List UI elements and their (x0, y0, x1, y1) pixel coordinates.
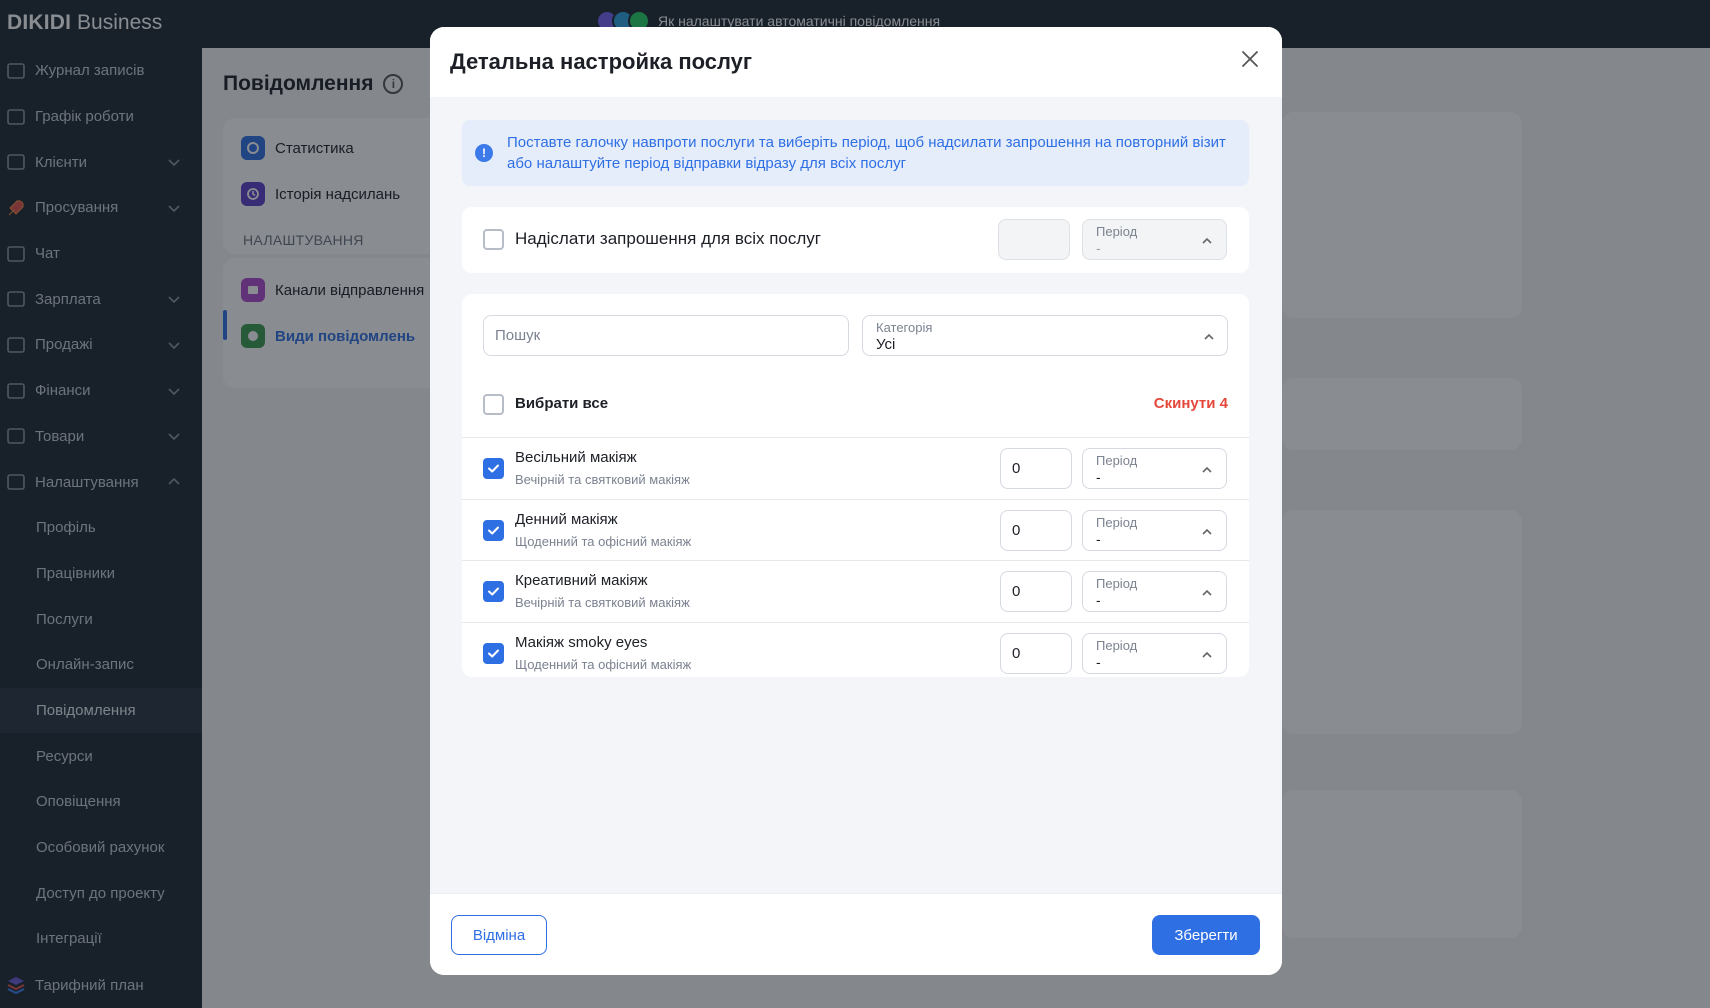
service-checkbox[interactable] (483, 458, 504, 479)
service-name: Весільний макіяж (515, 449, 637, 466)
info-notice: ! Поставте галочку навпроти послуги та в… (462, 120, 1249, 186)
service-name: Макіяж smoky eyes (515, 633, 648, 651)
modal-footer: Відміна Зберегти (430, 893, 1282, 975)
service-settings-modal: Детальна настройка послуг ! Поставте гал… (430, 27, 1282, 975)
send-all-number-input[interactable] (998, 219, 1070, 260)
cancel-button[interactable]: Відміна (451, 915, 547, 955)
send-all-period-select[interactable]: Період - (1082, 219, 1227, 260)
service-category: Вечірній та святковий макіяж (515, 595, 690, 610)
close-icon[interactable] (1238, 47, 1262, 71)
chevron-up-icon (1202, 651, 1212, 658)
send-all-checkbox[interactable] (483, 229, 504, 250)
info-icon: ! (475, 144, 493, 162)
service-row: Креативний макіяж Вечірній та святковий м… (462, 561, 1249, 623)
service-period-number-input[interactable]: 0 (1000, 632, 1072, 674)
send-all-label: Надіслати запрошення для всіх послуг (515, 229, 821, 248)
select-all-checkbox[interactable] (483, 394, 504, 415)
service-category: Вечірній та святковий макіяж (515, 472, 690, 487)
chevron-up-icon (1202, 237, 1212, 244)
service-row: Весільний макіяж Вечірній та святковий ма… (462, 438, 1249, 500)
modal-title: Детальна настройка послуг (450, 49, 753, 74)
chevron-up-icon (1204, 333, 1214, 340)
service-checkbox[interactable] (483, 642, 504, 664)
reset-button[interactable]: Скинути 4 (1154, 395, 1228, 412)
service-period-number-input[interactable]: 0 (1000, 448, 1072, 489)
service-period-select[interactable]: Період - (1082, 509, 1227, 551)
service-category: Щоденний та офісний макіяж (515, 656, 692, 672)
service-period-number-input[interactable]: 0 (1000, 571, 1072, 612)
service-row: Макіяж smoky eyes Щоденний та офісний мак… (462, 623, 1249, 685)
service-period-number-input[interactable]: 0 (1000, 509, 1072, 551)
info-text: Поставте галочку навпроти послуги та виб… (507, 134, 1226, 172)
service-name: Денний макіяж (515, 510, 618, 528)
service-checkbox[interactable] (483, 581, 504, 602)
chevron-up-icon (1202, 466, 1212, 473)
service-period-select[interactable]: Період - (1082, 632, 1227, 674)
service-checkbox[interactable] (483, 519, 504, 541)
service-period-select[interactable]: Період - (1082, 571, 1227, 612)
save-button[interactable]: Зберегти (1152, 915, 1260, 955)
select-all-label: Вибрати все (515, 395, 609, 412)
services-card: Пошук Категорія Усі Вибрати все Скинути … (462, 294, 1249, 677)
search-input[interactable]: Пошук (483, 315, 849, 356)
category-select[interactable]: Категорія Усі (862, 315, 1228, 356)
service-category: Щоденний та офісний макіяж (515, 533, 692, 549)
service-name: Креативний макіяж (515, 572, 648, 589)
modal-header: Детальна настройка послуг (430, 27, 1282, 97)
chevron-up-icon (1202, 528, 1212, 535)
send-all-card: Надіслати запрошення для всіх послуг Пер… (462, 207, 1249, 273)
chevron-up-icon (1202, 589, 1212, 596)
service-row: Денний макіяж Щоденний та офісний макіяж 0… (462, 500, 1249, 561)
service-period-select[interactable]: Період - (1082, 448, 1227, 489)
